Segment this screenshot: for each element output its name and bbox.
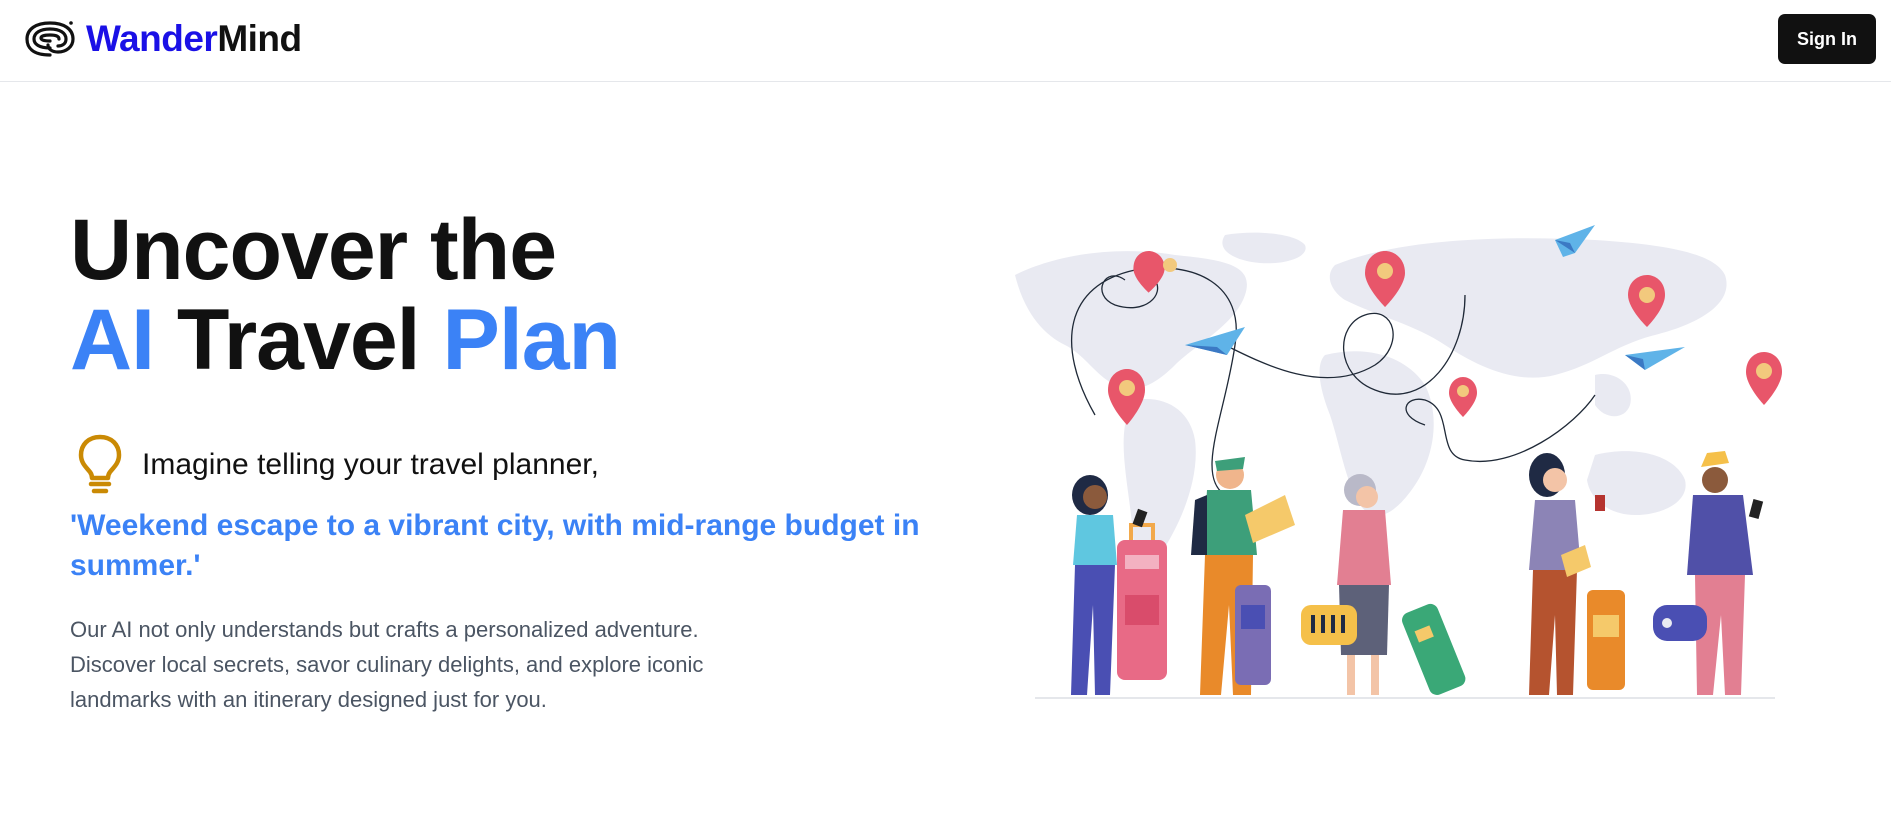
brand-name-mind: Mind bbox=[217, 18, 302, 59]
travelers-world-map-illustration bbox=[1015, 225, 1782, 699]
brand-logo[interactable]: WanderMind bbox=[24, 18, 302, 60]
hero-description-line: Discover local secrets, savor culinary d… bbox=[70, 652, 704, 677]
top-navbar: WanderMind Sign In bbox=[0, 0, 1891, 82]
hero-title-plan: Plan bbox=[442, 292, 621, 388]
hero-title: Uncover the AI Travel Plan bbox=[70, 202, 621, 388]
hero-title-travel: Travel bbox=[176, 292, 421, 388]
sign-in-button[interactable]: Sign In bbox=[1778, 14, 1876, 64]
brand-name: WanderMind bbox=[86, 18, 302, 60]
hero-lead-text: Imagine telling your travel planner, bbox=[142, 448, 599, 481]
hero-description-line: landmarks with an itinerary designed jus… bbox=[70, 687, 547, 712]
hero-title-line1: Uncover the bbox=[70, 202, 557, 298]
hero-description-line: Our AI not only understands but crafts a… bbox=[70, 617, 699, 642]
brain-loop-icon bbox=[25, 21, 75, 57]
hero-title-ai: AI bbox=[70, 292, 155, 388]
brand-name-wander: Wander bbox=[86, 18, 218, 59]
lightbulb-icon bbox=[78, 434, 122, 494]
hero-description: Our AI not only understands but crafts a… bbox=[70, 612, 790, 717]
hero-quote: 'Weekend escape to a vibrant city, with … bbox=[70, 509, 920, 582]
